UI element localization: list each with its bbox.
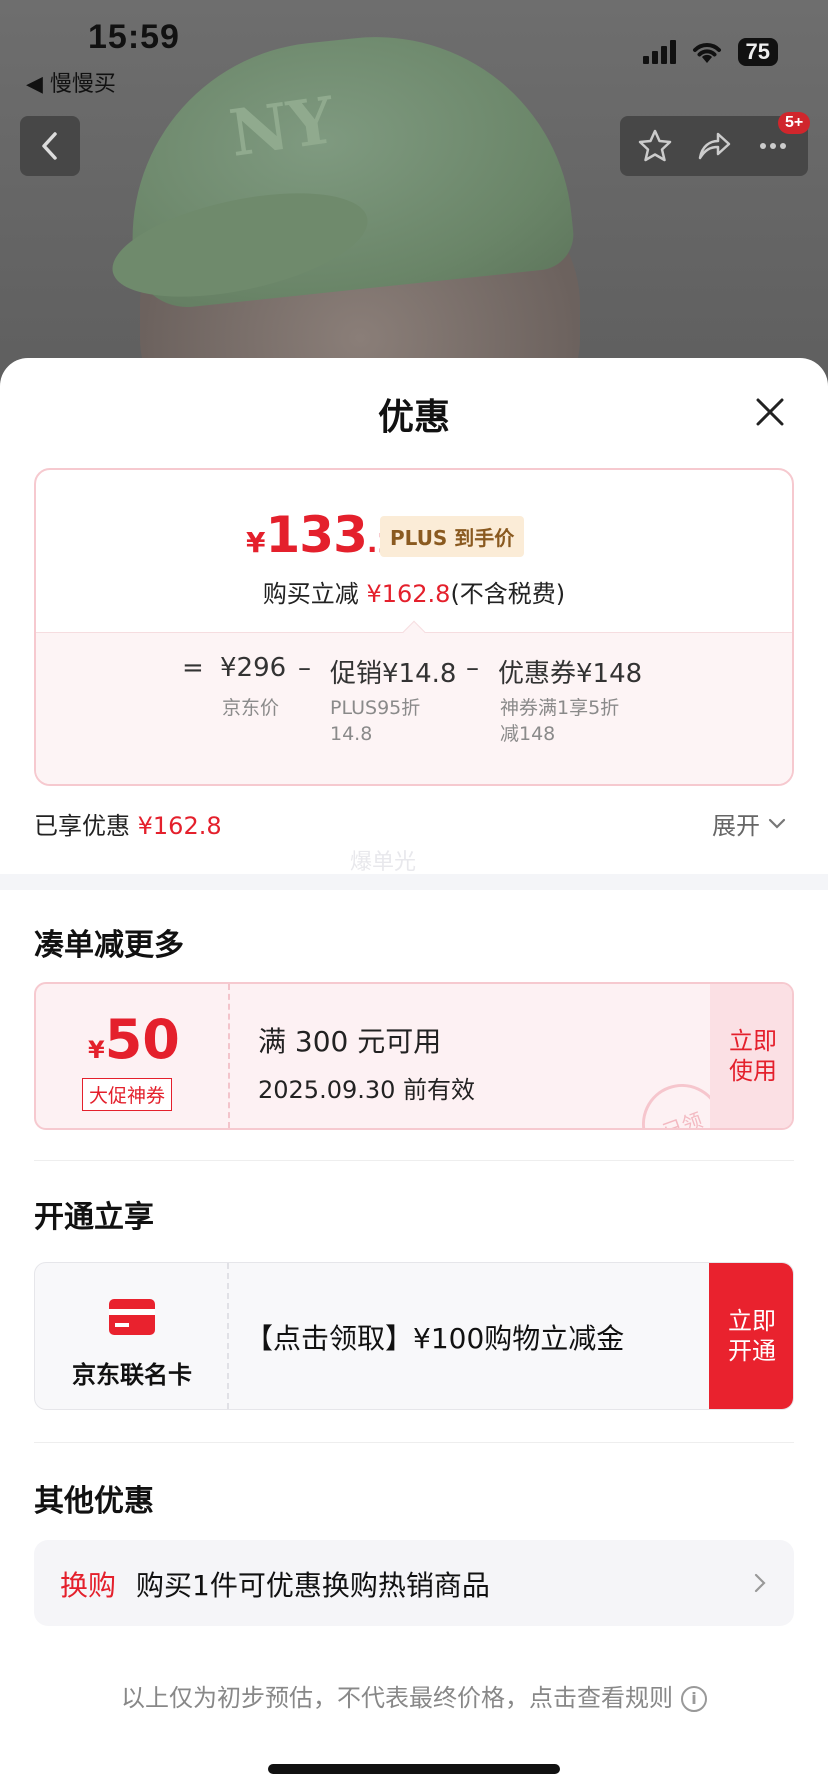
message-badge: 5+ — [778, 112, 811, 134]
price-currency: ¥ — [246, 526, 266, 559]
coupon-type-tag: 大促神券 — [82, 1078, 173, 1111]
back-to-app-link[interactable]: ◀ 慢慢买 — [26, 66, 116, 98]
coupon-currency: ¥ — [88, 1036, 105, 1064]
expand-label: 展开 — [712, 812, 760, 840]
disclaimer-link[interactable]: 以上仅为初步预估，不代表最终价格，点击查看规则 i — [0, 1678, 828, 1713]
watermark: 爆单光 — [350, 850, 417, 875]
more-section-title: 凑单减更多 — [34, 928, 184, 963]
open-now-label: 立即 开通 — [728, 1307, 776, 1365]
final-price: ¥133.2 — [246, 506, 397, 564]
share-icon[interactable] — [696, 128, 732, 164]
card-promo-text: 【点击领取】¥100购物立减金 — [245, 1322, 625, 1355]
promo-note-line: 14.8 — [330, 723, 373, 745]
coupon-note: 神券满1享5折 减148 — [500, 695, 619, 747]
coupon-note-line: 减148 — [500, 723, 556, 745]
coupon-condition: 满 300 元可用 — [258, 1025, 442, 1058]
chevron-down-icon — [768, 818, 786, 829]
reduce-prefix: 购买立减 — [262, 580, 367, 608]
divider — [34, 1160, 794, 1161]
reduce-suffix: (不含税费) — [450, 580, 566, 608]
close-icon[interactable] — [752, 394, 788, 430]
use-now-label: 立即 使用 — [729, 1027, 777, 1085]
reduce-amount: ¥162.8 — [366, 580, 451, 608]
battery-icon: 75 — [737, 38, 778, 66]
formula-jd-price: ¥296 — [220, 653, 287, 683]
formula-minus: – — [298, 653, 311, 683]
coupon-amount: ¥50 — [88, 1008, 180, 1071]
open-now-button[interactable]: 立即 开通 — [709, 1263, 793, 1409]
chevron-right-icon — [754, 1573, 766, 1593]
exchange-text: 购买1件可优惠换购热销商品 — [136, 1569, 490, 1602]
chevron-left-icon — [42, 132, 57, 160]
signal-icon — [642, 40, 676, 64]
expand-button[interactable]: 展开 — [712, 806, 786, 841]
price-integer: 133 — [265, 506, 367, 564]
formula-equals: = — [182, 653, 204, 683]
jd-price-label: 京东价 — [222, 697, 280, 719]
divider — [34, 1442, 794, 1443]
card-name: 京东联名卡 — [72, 1361, 192, 1389]
coupon-value: 50 — [104, 1008, 180, 1071]
back-button[interactable] — [20, 116, 80, 176]
other-section-title: 其他优惠 — [34, 1484, 154, 1519]
formula-coupon: 优惠券¥148 — [498, 659, 643, 689]
credit-card-icon — [109, 1299, 155, 1335]
final-price-section: ¥133.2 PLUS 到手价 购买立减 ¥162.8(不含税费) — [36, 470, 792, 632]
status-time: 15:59 — [88, 18, 180, 56]
coupon-value-area: ¥50 大促神券 — [36, 984, 230, 1128]
home-indicator — [268, 1764, 560, 1774]
open-section-title: 开通立享 — [34, 1200, 154, 1235]
enjoyed-discount: 已享优惠 ¥162.8 — [34, 806, 222, 841]
exchange-tag: 换购 — [60, 1569, 117, 1602]
enjoyed-amount: ¥162.8 — [137, 812, 222, 840]
coupon-card[interactable]: ¥50 大促神券 满 300 元可用 2025.09.30 前有效 已领 立即 … — [34, 982, 794, 1130]
plus-price-tag: PLUS 到手价 — [380, 516, 525, 557]
card-area: 京东联名卡 — [35, 1263, 229, 1409]
price-formula-section: = ¥296 – 促销¥14.8 – 优惠券¥148 京东价 PLUS95折 1… — [36, 632, 792, 784]
coupon-note-line: 神券满1享5折 — [500, 697, 620, 719]
info-icon: i — [681, 1686, 707, 1712]
price-breakdown-card: ¥133.2 PLUS 到手价 购买立减 ¥162.8(不含税费) = ¥296… — [34, 468, 794, 786]
promo-note-line: PLUS95折 — [330, 697, 421, 719]
formula-minus: – — [466, 653, 479, 683]
reduce-line: 购买立减 ¥162.8(不含税费) — [36, 574, 792, 609]
status-icons: 75 — [642, 38, 778, 66]
star-icon[interactable] — [637, 128, 673, 164]
card-promo[interactable]: 京东联名卡 【点击领取】¥100购物立减金 立即 开通 — [34, 1262, 794, 1410]
discount-sheet: 优惠 ¥133.2 PLUS 到手价 购买立减 ¥162.8(不含税费) = ¥… — [0, 358, 828, 1792]
section-gap — [0, 874, 828, 890]
coupon-validity: 2025.09.30 前有效 — [258, 1076, 476, 1104]
enjoyed-label: 已享优惠 — [34, 812, 138, 840]
promo-note: PLUS95折 14.8 — [330, 695, 420, 747]
sheet-title: 优惠 — [377, 397, 450, 438]
use-now-button[interactable]: 立即 使用 — [710, 984, 792, 1128]
disclaimer-text: 以上仅为初步预估，不代表最终价格，点击查看规则 — [121, 1684, 673, 1712]
formula-promo: 促销¥14.8 — [330, 659, 457, 689]
wifi-icon — [690, 39, 724, 65]
exchange-offer-row[interactable]: 换购 购买1件可优惠换购热销商品 — [34, 1540, 794, 1626]
cap-logo: NY — [225, 83, 339, 172]
